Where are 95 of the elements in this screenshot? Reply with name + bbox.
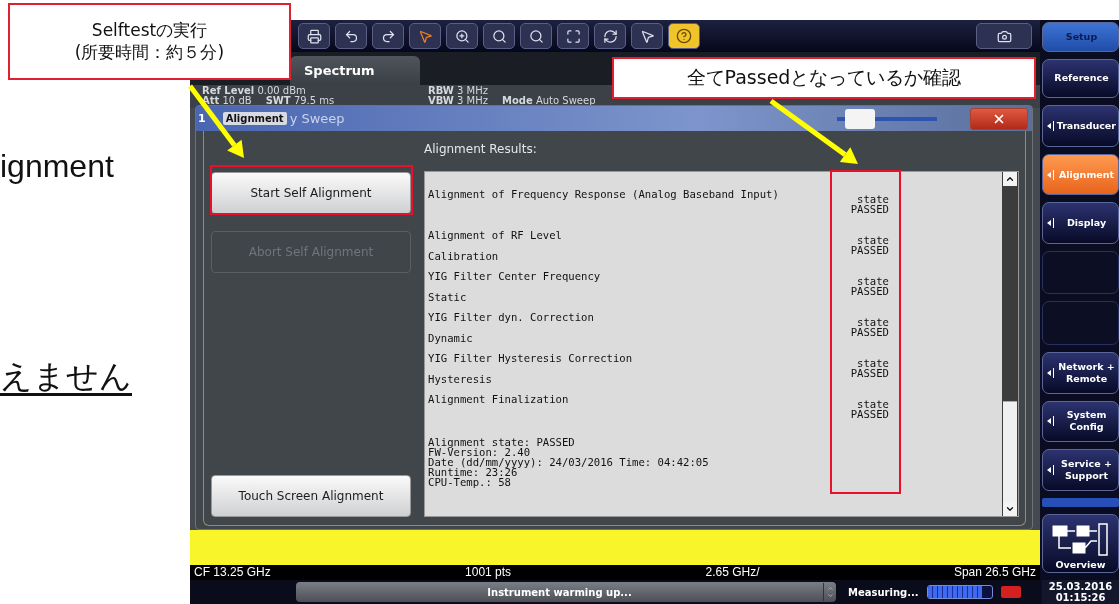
zoom-icon xyxy=(454,28,470,44)
result-text: Alignment of RF Level xyxy=(428,228,563,243)
state-label: state xyxy=(857,317,889,327)
result-text: Dynamic xyxy=(428,330,474,346)
slider-thumb[interactable] xyxy=(845,108,876,129)
frame-icon xyxy=(565,28,581,44)
camera-icon xyxy=(996,28,1012,44)
trace-number: 1 xyxy=(198,112,206,125)
slide-text: ignment xyxy=(0,147,114,186)
toolbar-button[interactable] xyxy=(446,23,478,49)
state-value: PASSED xyxy=(850,368,889,378)
undo-arrow-icon xyxy=(343,28,359,44)
scrollbar[interactable] xyxy=(1002,172,1018,516)
zoom-icon xyxy=(528,28,544,44)
summary-text: FW-Version: 2.40 xyxy=(428,447,532,457)
trace-title: y Sweep xyxy=(289,111,345,126)
status-text: Measuring... xyxy=(848,586,919,598)
setting-text: RBW 3 MHz xyxy=(428,86,488,96)
cursor-icon xyxy=(639,28,655,44)
result-text: Alignment Finalization xyxy=(428,392,570,407)
state-label: state xyxy=(857,235,889,245)
result-text: Calibration xyxy=(428,248,500,264)
setting-text: SWT 79.5 ms xyxy=(265,96,335,106)
summary-text: Date (dd/mm/yyyy): 24/03/2016 Time: 04:42:05 xyxy=(428,457,710,467)
softkey[interactable]: Network + Remote xyxy=(1042,352,1119,394)
result-text: YIG Filter dyn. Correction xyxy=(428,310,595,325)
result-text: Hysteresis xyxy=(428,371,493,387)
dialog-title: Alignment xyxy=(222,112,287,125)
printer-icon xyxy=(306,28,322,44)
submenu-icon xyxy=(1047,218,1054,229)
setting-text: Ref Level 0.00 dBm xyxy=(202,86,306,96)
callout-text: Selftestの実行 xyxy=(91,20,208,42)
close-button[interactable] xyxy=(970,107,1028,130)
slide-text: えません xyxy=(0,357,132,396)
softkey[interactable]: Display xyxy=(1042,202,1119,244)
softkey[interactable]: Transducer xyxy=(1042,105,1119,147)
state-value: PASSED xyxy=(850,245,889,255)
submenu-icon xyxy=(1047,367,1054,378)
setting-text: Mode Auto Sweep xyxy=(502,96,596,106)
tab[interactable]: Spectrum xyxy=(290,56,420,85)
summary-text: Runtime: 23:26 xyxy=(428,467,518,477)
state-label: state xyxy=(857,358,889,368)
date-time: 25.03.2016 01:15:26 xyxy=(1042,580,1119,604)
alignment-button[interactable]: Start Self Alignment xyxy=(211,172,411,214)
submenu-icon xyxy=(1047,416,1054,427)
toolbar-button[interactable] xyxy=(557,23,589,49)
submenu-icon xyxy=(1047,121,1054,132)
state-value: PASSED xyxy=(850,327,889,337)
status-text: CF 13.25 GHz xyxy=(194,565,271,580)
message-dropdown[interactable]: Instrument warming up... xyxy=(296,582,836,602)
state-value: PASSED xyxy=(850,286,889,296)
toolbar-button[interactable] xyxy=(335,23,367,49)
alignment-button[interactable]: Touch Screen Alignment xyxy=(211,475,411,517)
state-label: state xyxy=(857,194,889,204)
result-text: Static xyxy=(428,289,468,305)
toolbar-button[interactable] xyxy=(372,23,404,49)
scroll-up-icon[interactable] xyxy=(1003,172,1017,186)
submenu-icon xyxy=(1047,169,1054,180)
help-button[interactable] xyxy=(668,23,700,49)
state-value: PASSED xyxy=(850,204,889,214)
summary-text: CPU-Temp.: 58 xyxy=(428,477,512,487)
cursor-icon xyxy=(417,28,433,44)
status-text: Span 26.5 GHz xyxy=(953,565,1036,580)
softkey[interactable]: System Config xyxy=(1042,400,1119,443)
toolbar-button[interactable] xyxy=(409,23,441,49)
toolbar-button[interactable] xyxy=(520,23,552,49)
result-text: YIG Filter Center Frequency xyxy=(428,269,602,284)
help-icon xyxy=(676,28,692,44)
state-label: state xyxy=(857,399,889,409)
callout-text: 全てPassedとなっているか確認 xyxy=(686,66,962,90)
softkey[interactable]: Service + Support xyxy=(1042,449,1119,491)
result-text: YIG Filter Hysteresis Correction xyxy=(428,351,634,366)
setting-text: VBW 3 MHz xyxy=(428,96,488,106)
status-text: 1001 pts xyxy=(465,565,512,580)
toolbar-button[interactable] xyxy=(631,23,663,49)
loop-icon xyxy=(602,28,618,44)
toolbar-button[interactable] xyxy=(594,23,626,49)
toolbar-button[interactable] xyxy=(483,23,515,49)
zoom-icon xyxy=(491,28,507,44)
scroll-down-icon[interactable] xyxy=(1003,502,1017,516)
status-text: 2.65 GHz/ xyxy=(705,565,760,580)
callout-text: (所要時間：約５分) xyxy=(74,41,225,63)
block-diagram-icon xyxy=(1050,523,1111,558)
toolbar-button[interactable] xyxy=(298,23,330,49)
state-value: PASSED xyxy=(850,409,889,419)
submenu-icon xyxy=(1047,464,1054,475)
summary-text: Alignment state: PASSED xyxy=(428,437,576,447)
spinner-icon xyxy=(823,583,836,601)
result-text: Alignment of Frequency Response (Analog Baseband Input) xyxy=(428,187,780,202)
overview-button[interactable]: Overview xyxy=(1042,513,1119,574)
redo-arrow-icon xyxy=(380,28,396,44)
screenshot-button[interactable] xyxy=(976,23,1032,49)
state-label: state xyxy=(857,276,889,286)
softkey[interactable]: Reference xyxy=(1042,58,1119,99)
results-heading: Alignment Results: xyxy=(424,141,538,158)
